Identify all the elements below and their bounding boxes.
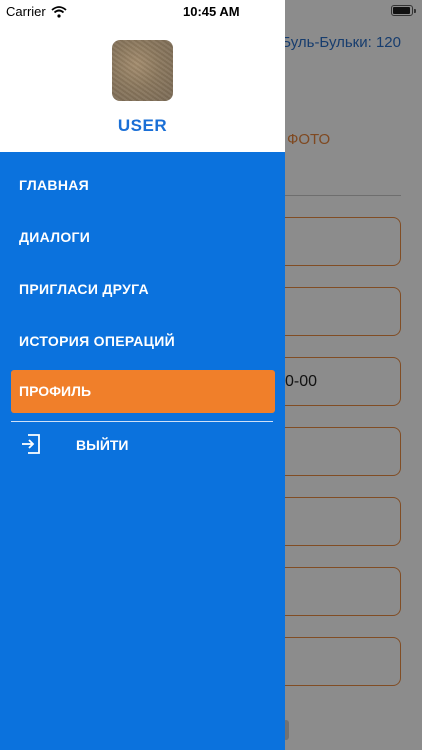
- menu-item-invite-friend[interactable]: ПРИГЛАСИ ДРУГА: [19, 281, 149, 297]
- menu-item-profile[interactable]: ПРОФИЛЬ: [11, 370, 275, 413]
- status-time: 10:45 AM: [183, 4, 240, 19]
- username: USER: [117, 116, 168, 135]
- logout-icon: [22, 434, 40, 454]
- avatar[interactable]: [112, 40, 173, 101]
- logout-button[interactable]: ВЫЙТИ: [20, 433, 129, 455]
- menu-item-history[interactable]: ИСТОРИЯ ОПЕРАЦИЙ: [19, 333, 175, 349]
- battery-icon: [391, 5, 416, 16]
- menu-divider: [11, 421, 273, 422]
- menu-item-home[interactable]: ГЛАВНАЯ: [19, 177, 89, 193]
- carrier-label: Carrier: [6, 4, 46, 19]
- side-drawer: USER ГЛАВНАЯ ДИАЛОГИ ПРИГЛАСИ ДРУГА ИСТО…: [0, 0, 285, 750]
- menu-item-dialogs[interactable]: ДИАЛОГИ: [19, 229, 90, 245]
- wifi-icon: [51, 5, 67, 18]
- menu-item-profile-label: ПРОФИЛЬ: [19, 383, 92, 399]
- status-bar: Carrier 10:45 AM: [0, 0, 422, 22]
- carrier: Carrier: [6, 4, 67, 19]
- logout-label: ВЫЙТИ: [76, 437, 129, 453]
- drawer-header: USER: [0, 0, 285, 152]
